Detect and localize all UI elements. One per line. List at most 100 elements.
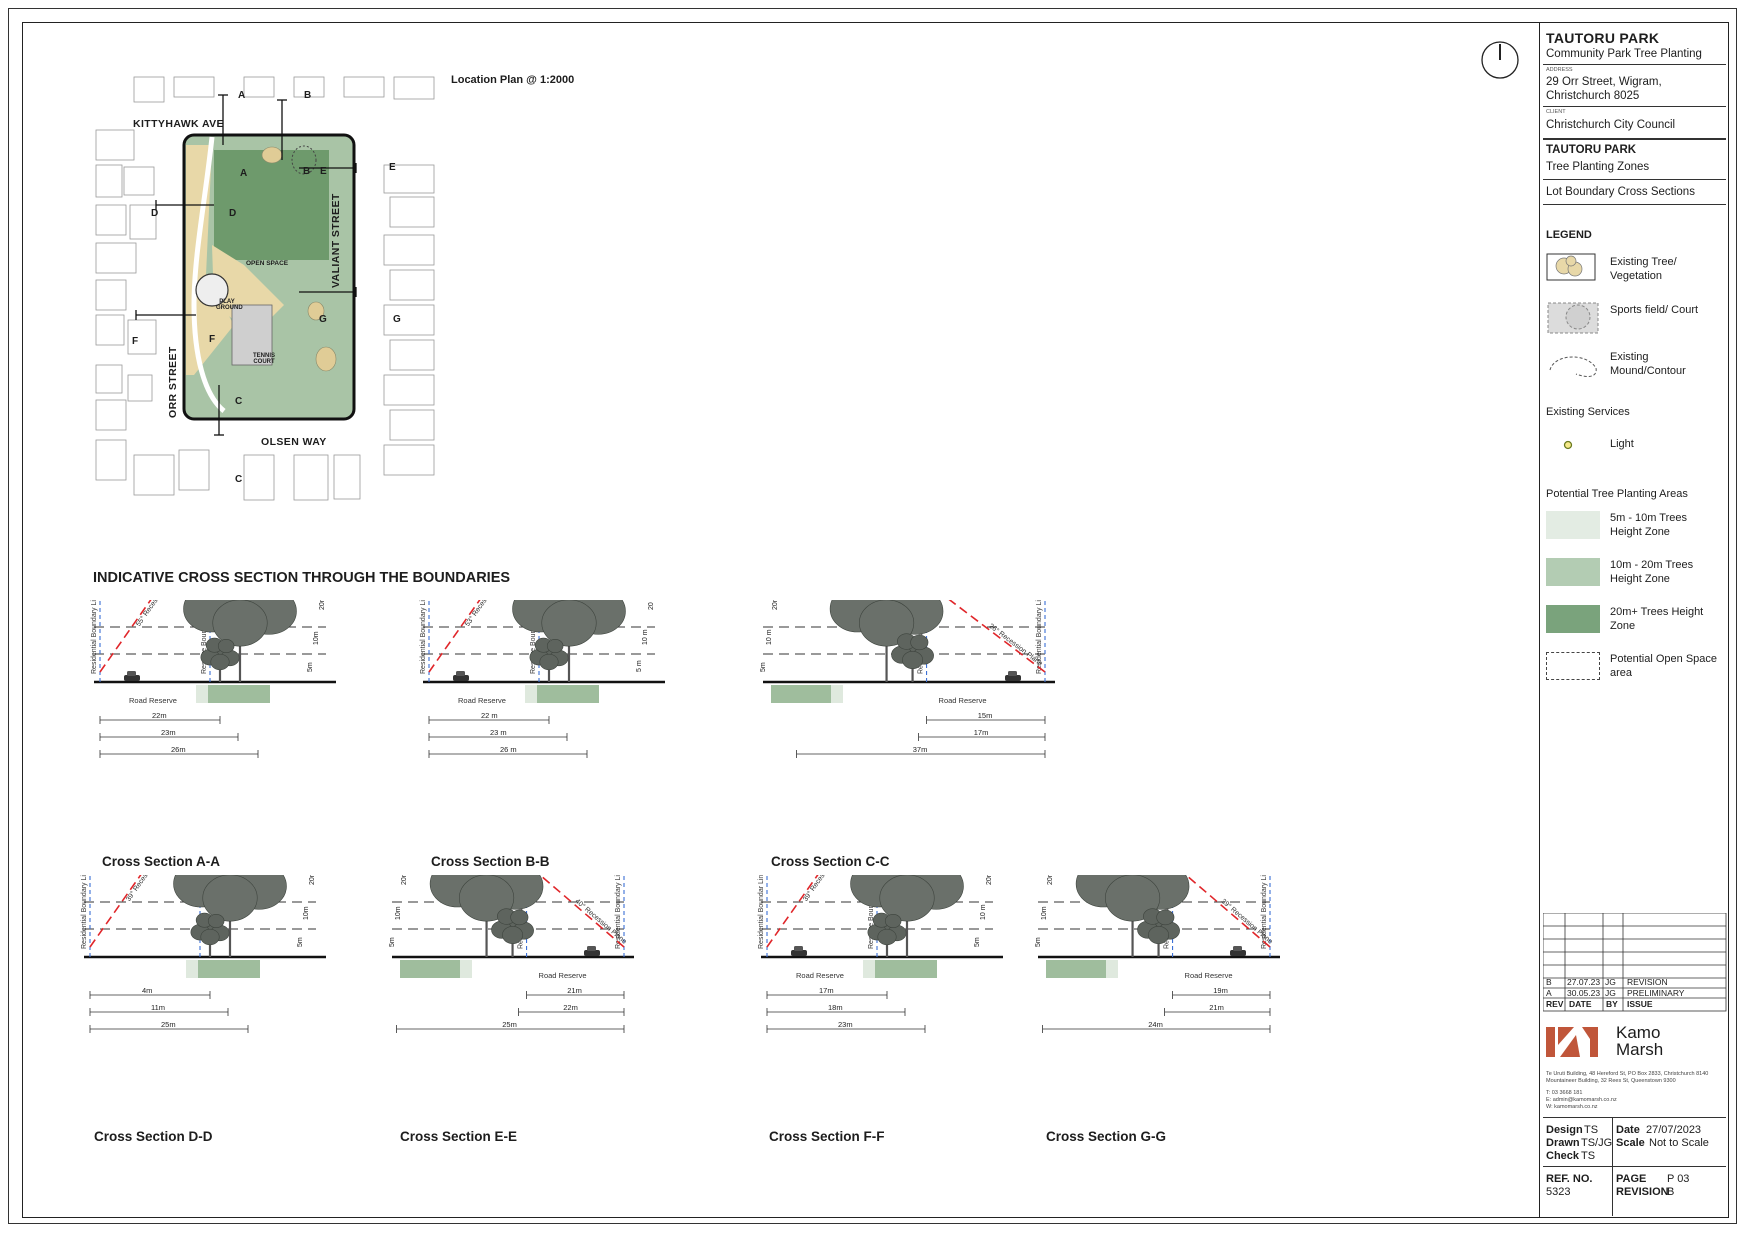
sections-heading: INDICATIVE CROSS SECTION THROUGH THE BOU…: [93, 570, 511, 586]
dimension-label-0: 22m: [152, 711, 167, 720]
project-subtitle: Community Park Tree Planting: [1546, 48, 1702, 60]
address-line2: Christchurch 8025: [1546, 90, 1640, 102]
dimension-label-2: 25m: [502, 1020, 517, 1029]
marker-a-bottom: A: [240, 168, 248, 179]
marker-d-right: D: [229, 208, 237, 219]
dimension-label-2: 26 m: [500, 745, 517, 754]
revision-label: REVISION: [1616, 1186, 1669, 1198]
zone3-swatch: [1546, 605, 1600, 633]
cross-section-b-b: Residential Boundary Line Reserve Boundar…: [415, 536, 695, 869]
trees: [429, 827, 544, 957]
tree-icon: [529, 637, 569, 682]
recession-plane-label: 39° Recession Plane: [124, 875, 168, 903]
height-label-1: 10m: [303, 906, 310, 920]
height-label-2: 20m: [1047, 875, 1054, 885]
marker-a-top: A: [238, 90, 246, 101]
open-space-label: OPEN SPACE: [246, 260, 289, 267]
cross-section-b-b-title: Cross Section B-B: [431, 854, 550, 869]
company-phone: T: 03 3668 181: [1546, 1090, 1583, 1096]
tree-icon: [891, 633, 934, 682]
rev-header-date: DATE: [1569, 999, 1592, 1009]
planting-zone-light: [1106, 960, 1118, 978]
open-space-swatch: [1546, 652, 1600, 680]
height-label-0: 5 m: [636, 660, 643, 672]
cross-section-drawing: Reserve Boundary LineResidential Boundar…: [1035, 811, 1280, 1033]
cross-section-g-g-title: Cross Section G-G: [1046, 1129, 1167, 1144]
height-label-1: 10m: [395, 906, 402, 920]
marker-e-right: E: [389, 162, 396, 173]
dimension-label-0: 22 m: [481, 711, 498, 720]
revision-table: [1543, 913, 1727, 1012]
street-kittyhawk: KITTYHAWK AVE: [133, 118, 224, 130]
height-label-1: 10 m: [642, 629, 649, 645]
marker-b-bottom: B: [303, 166, 311, 177]
legend-services-heading: Existing Services: [1546, 406, 1630, 418]
cross-section-drawing: Reserve Boundary LineResidential Boundar…: [389, 811, 634, 1033]
rev-row-b-rev: B: [1546, 977, 1552, 987]
height-label-0: 5m: [1035, 937, 1042, 947]
road-reserve-label: Road Reserve: [129, 696, 177, 705]
dimension-label-1: 22m: [563, 1003, 578, 1012]
tree-icon: [190, 912, 230, 957]
legend-light: Light: [1610, 438, 1634, 450]
dimension-label-1: 18m: [828, 1003, 843, 1012]
dimension-label-2: 24m: [1148, 1020, 1163, 1029]
location-plan-title: Location Plan @ 1:2000: [451, 74, 575, 86]
ref-label: REF. NO.: [1546, 1173, 1593, 1185]
mound-contour-swatch-icon: [1546, 348, 1604, 382]
address-label: ADDRESS: [1546, 67, 1573, 73]
dimension-label-0: 19m: [1213, 986, 1228, 995]
planting-zone-light: [196, 685, 208, 703]
height-label-1: 10 m: [766, 629, 773, 645]
legend-mound: Existing Mound/Contour: [1610, 351, 1686, 377]
company-address2: Mountaineer Building, 32 Rees St, Queens…: [1546, 1078, 1676, 1084]
height-label-1: 10 m: [980, 904, 987, 920]
cross-section-e-e-title: Cross Section E-E: [400, 1129, 518, 1144]
height-label-0: 5m: [297, 937, 304, 947]
boundary-label-left: Residential Boundary Line: [420, 600, 427, 674]
drawing-subtitle: Tree Planting Zones: [1546, 161, 1650, 173]
zone1-swatch: [1546, 511, 1600, 539]
tree-icon: [867, 912, 907, 957]
planting-zone-light: [831, 685, 843, 703]
recession-plane-label: 55° Recession Plane: [134, 600, 178, 628]
boundary-label-left: Residential Boundary Line: [91, 600, 98, 674]
cross-section-a-a-title: Cross Section A-A: [102, 854, 221, 869]
planting-zone-fill: [1046, 960, 1106, 978]
marker-c-bottom: C: [235, 474, 243, 485]
revision-value: B: [1667, 1186, 1675, 1198]
legend-open-space: Potential Open Space area: [1610, 653, 1718, 679]
dimension-label-0: 17m: [819, 986, 834, 995]
rev-header-rev: REV: [1546, 999, 1564, 1009]
height-label-0: 5m: [389, 937, 396, 947]
legend-planting-heading: Potential Tree Planting Areas: [1546, 488, 1688, 500]
planting-zone-fill: [875, 960, 937, 978]
street-olsen: OLSEN WAY: [261, 436, 327, 448]
marker-f-left: F: [132, 336, 139, 347]
cross-section-drawing: Residential Boundary Line 39° Recession P…: [81, 811, 326, 1033]
height-label-2: 20m: [319, 600, 326, 610]
company-address1: Te Uruti Building, 48 Hereford St, PO Bo…: [1546, 1071, 1709, 1077]
car-icon: [453, 671, 469, 681]
cross-section-d-d-title: Cross Section D-D: [94, 1129, 213, 1144]
cross-section-f-f: Residential Boundar Line Reserve Boundary…: [753, 811, 1033, 1144]
legend-existing-tree: Existing Tree/ Vegetation: [1610, 256, 1677, 282]
recession-plane-label: 53° Recession Plane: [463, 600, 507, 628]
planting-zone-fill: [400, 960, 460, 978]
cross-section-drawing: Residential Boundary Line Reserve Boundar…: [420, 536, 665, 758]
trees: [1075, 827, 1190, 957]
height-label-0: 5m: [307, 662, 314, 672]
playground-label: PLAY GROUND: [216, 299, 243, 311]
road-reserve-label: Road Reserve: [796, 971, 844, 980]
height-label-2: 20m: [986, 875, 993, 885]
dimension-label-1: 21m: [1209, 1003, 1224, 1012]
ref-value: 5323: [1546, 1186, 1571, 1198]
height-label-1: 10m: [313, 631, 320, 645]
cross-section-drawing: Residential Boundar Line Reserve Boundary…: [758, 811, 1003, 1033]
car-icon: [791, 946, 807, 956]
page-label: PAGE: [1616, 1173, 1647, 1185]
tree-icon: [491, 908, 534, 957]
height-label-2: 20m: [401, 875, 408, 885]
dimension-label-1: 23m: [161, 728, 176, 737]
road-reserve-label: Road Reserve: [1185, 971, 1233, 980]
